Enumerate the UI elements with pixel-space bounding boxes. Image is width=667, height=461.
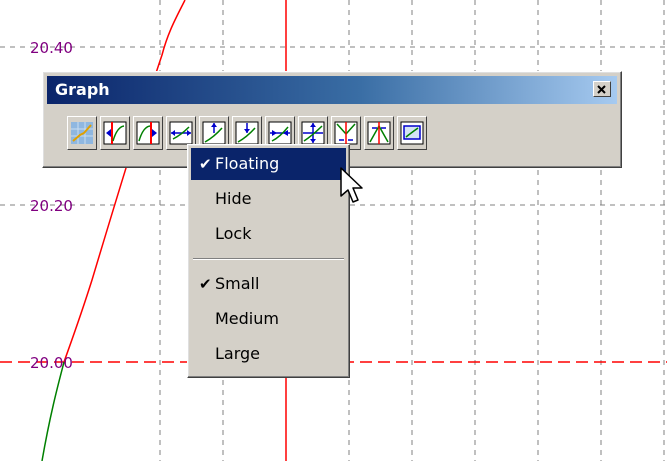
zoom-in-button[interactable] (364, 116, 394, 150)
context-menu: ✔ Floating Hide Lock ✔ Small Medium Larg… (187, 144, 350, 378)
fit-graph-button[interactable] (397, 116, 427, 150)
toolbar-titlebar[interactable]: Graph (47, 76, 617, 104)
close-icon (597, 85, 606, 94)
menu-separator (193, 258, 344, 260)
move-down-icon (235, 121, 259, 145)
menu-item-label: Hide (215, 189, 252, 208)
menu-item-label: Large (215, 344, 261, 363)
menu-item-hide[interactable]: Hide (191, 183, 346, 215)
menu-item-large[interactable]: Large (191, 338, 346, 370)
fit-graph-icon (400, 121, 424, 145)
menu-item-label: Medium (215, 309, 279, 328)
move-up-icon (202, 121, 226, 145)
check-icon: ✔ (199, 155, 212, 173)
shrink-horizontal-icon (268, 121, 292, 145)
expand-horizontal-icon (169, 121, 193, 145)
mouse-pointer-icon (340, 167, 363, 203)
menu-item-label: Floating (215, 154, 280, 173)
toolbar-title: Graph (55, 80, 110, 99)
check-icon: ✔ (199, 275, 212, 293)
green-curve (41, 361, 65, 461)
menu-item-floating[interactable]: ✔ Floating (191, 148, 346, 180)
cursor-left-icon (103, 121, 127, 145)
menu-item-label: Lock (215, 224, 252, 243)
menu-item-lock[interactable]: Lock (191, 218, 346, 250)
grid-plot-button[interactable] (67, 116, 97, 150)
expand-vertical-icon (301, 121, 325, 145)
y-tick-label: 20.20 (30, 197, 73, 215)
close-button[interactable] (593, 81, 611, 97)
cursor-right-icon (136, 121, 160, 145)
zoom-in-icon (367, 121, 391, 145)
red-curve (63, 0, 186, 363)
grid-plot-icon (71, 122, 93, 144)
menu-item-medium[interactable]: Medium (191, 303, 346, 335)
menu-item-small[interactable]: ✔ Small (191, 268, 346, 300)
y-tick-label: 20.00 (30, 354, 73, 372)
y-tick-label: 20.40 (30, 39, 73, 57)
compress-vertical-icon (334, 121, 358, 145)
cursor-left-button[interactable] (100, 116, 130, 150)
cursor-right-button[interactable] (133, 116, 163, 150)
menu-item-label: Small (215, 274, 260, 293)
